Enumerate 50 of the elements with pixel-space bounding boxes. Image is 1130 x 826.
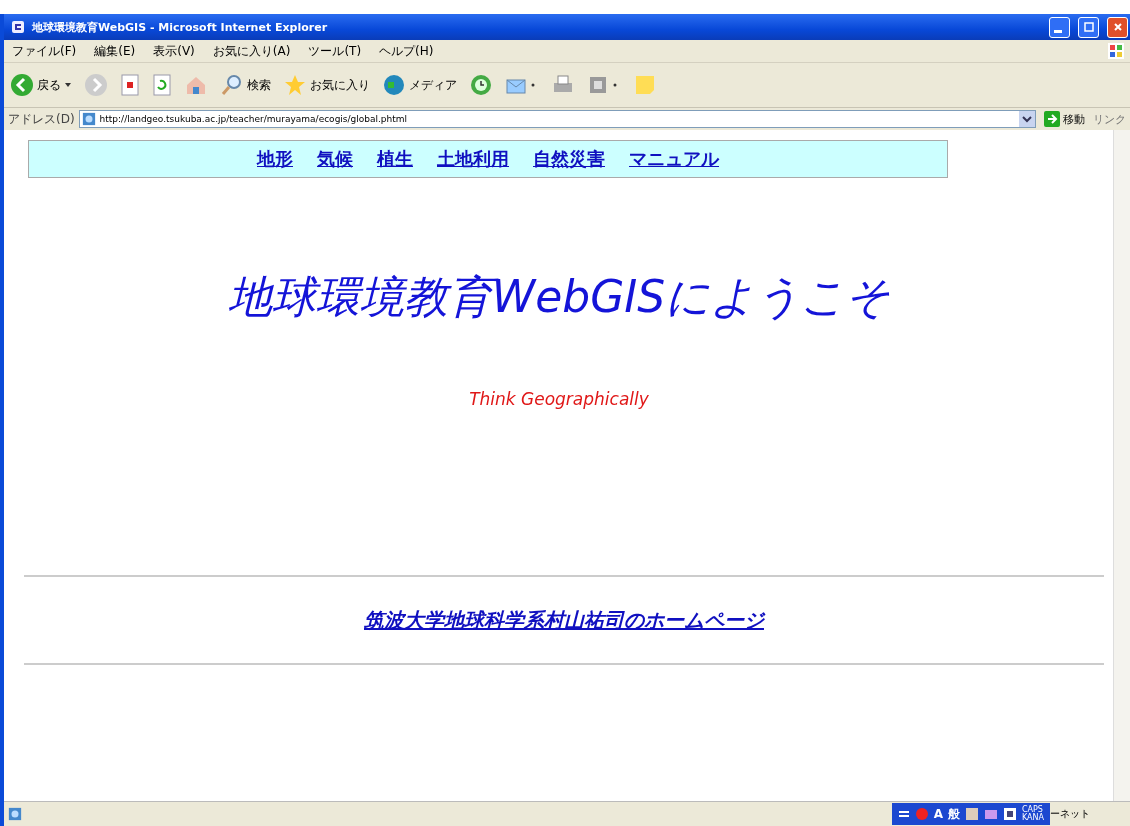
input-mode[interactable]: A (933, 807, 943, 821)
zone-label: ーネット (1050, 807, 1090, 821)
media-button[interactable]: メディア (380, 73, 459, 97)
scrollbar[interactable] (1113, 130, 1130, 801)
browser-icon (10, 19, 26, 35)
minimize-icon (1054, 29, 1062, 33)
menu-item[interactable]: ツール(T) (308, 42, 362, 60)
help-icon[interactable] (1002, 807, 1017, 821)
menu-item[interactable]: ヘルプ(H) (379, 42, 434, 60)
nav-link[interactable]: 気候 (317, 147, 353, 171)
nav-link[interactable]: 地形 (257, 147, 293, 171)
homepage-link[interactable]: 筑波大学地球科学系村山祐司のホームページ (364, 606, 764, 634)
go-button[interactable]: 移動 (1040, 111, 1089, 127)
address-label: アドレス(D) (8, 110, 75, 128)
maximize-icon (1083, 22, 1094, 32)
caret-icon (64, 81, 72, 89)
menu-item[interactable]: 編集(E) (94, 42, 136, 60)
grip-icon[interactable] (897, 808, 910, 820)
kana-indicator: KANA (1021, 814, 1044, 822)
menu-item[interactable]: 表示(V) (153, 42, 195, 60)
search-icon (220, 73, 244, 97)
conversion-mode[interactable]: 般 (947, 805, 960, 823)
links-label[interactable]: リンク (1093, 111, 1130, 127)
search-button[interactable]: 検索 (218, 73, 273, 97)
windows-flag-icon (1108, 43, 1124, 59)
page-heading: 地球環境教育WebGISにようこそ (226, 270, 892, 324)
nav-link[interactable]: 植生 (377, 147, 413, 171)
globe-icon (382, 73, 406, 97)
page-icon (81, 112, 96, 126)
refresh-button[interactable] (150, 73, 174, 97)
nav-link[interactable]: マニュアル (629, 147, 719, 171)
forward-button[interactable] (82, 73, 110, 97)
arrow-icon (1044, 111, 1060, 127)
window-title: 地球環境教育WebGIS - Microsoft Internet Explorer (32, 19, 328, 35)
favorites-button[interactable]: お気に入り (281, 73, 372, 97)
close-button[interactable] (1107, 16, 1128, 38)
address-field[interactable]: http://landgeo.tsukuba.ac.jp/teacher/murayama/ecogis/global.phtml (78, 110, 1036, 128)
tagline: Think Geographically (468, 389, 650, 409)
minimize-button[interactable] (1049, 16, 1070, 38)
nav-link[interactable]: 土地利用 (437, 147, 509, 171)
maximize-button[interactable] (1078, 16, 1099, 38)
caps-indicator: CAPS (1021, 806, 1043, 814)
menu-item[interactable]: お気に入り(A) (212, 42, 291, 60)
back-button[interactable]: 戻る (8, 73, 74, 97)
stop-button[interactable] (118, 73, 142, 97)
nav-link[interactable]: 自然災害 (533, 147, 605, 171)
close-icon (1112, 22, 1123, 32)
menu-item[interactable]: ファイル(F) (12, 42, 77, 60)
star-icon (283, 73, 307, 97)
page-icon (8, 807, 22, 821)
